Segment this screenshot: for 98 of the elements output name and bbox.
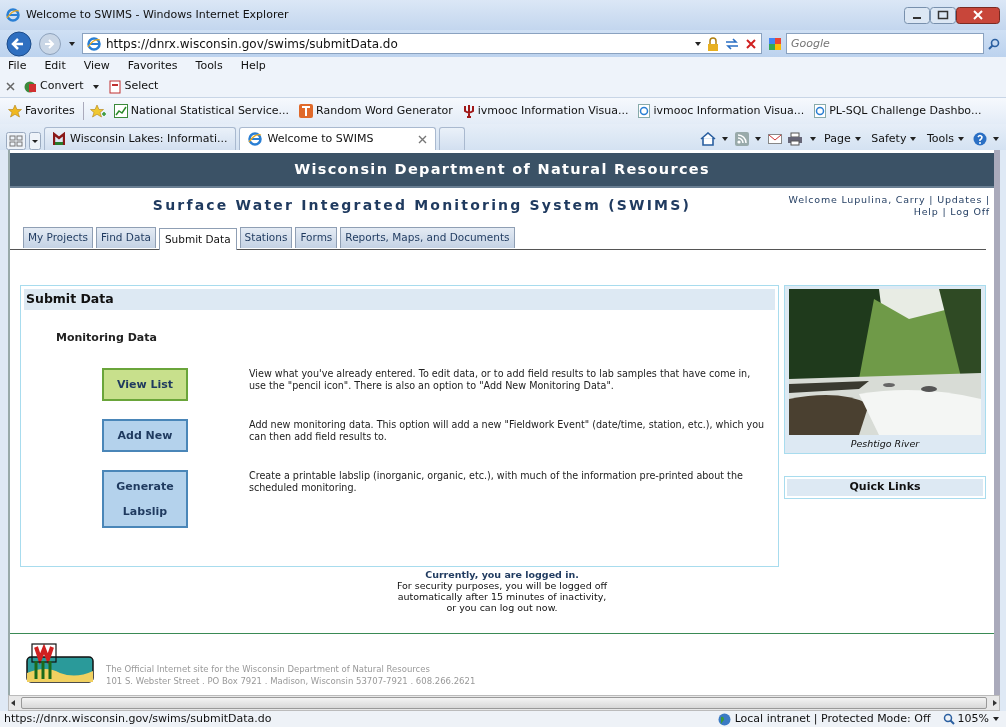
search-field[interactable]: Google	[786, 33, 984, 54]
globe-icon	[717, 712, 731, 726]
notice-text: For security purposes, you will be logged off	[396, 580, 608, 591]
notice-text: automatically after 15 minutes of inactivity,	[397, 591, 607, 602]
command-menu[interactable]: Tools	[924, 130, 967, 148]
close-icon[interactable]	[418, 134, 428, 144]
menu-item[interactable]: Tools	[193, 58, 225, 75]
caret-icon	[909, 135, 918, 143]
caret-icon[interactable]	[721, 135, 730, 143]
address-field[interactable]: https://dnrx.wisconsin.gov/swims/submitData.do	[82, 33, 762, 54]
minimize-button[interactable]	[904, 6, 930, 24]
browser-tab[interactable]: Wisconsin Lakes: Informati...	[44, 127, 237, 150]
system-title: Surface Water Integrated Monitoring System (SWIMS)	[151, 196, 693, 215]
print-icon[interactable]	[787, 132, 804, 146]
favorites-button[interactable]: Favorites	[6, 102, 77, 120]
zoom-button[interactable]: 105%	[940, 710, 1002, 727]
separator: |	[986, 194, 990, 205]
window-title: Welcome to SWIMS - Windows Internet Explorer	[26, 6, 289, 23]
site-header: Wisconsin Department of Natural Resources	[10, 153, 994, 188]
mail-icon[interactable]	[767, 133, 782, 145]
caret-icon[interactable]	[68, 39, 76, 48]
star-icon	[8, 104, 22, 118]
tile-icon	[299, 104, 314, 118]
convert-icon	[23, 79, 37, 94]
separator: |	[929, 194, 934, 205]
caret-icon	[853, 135, 862, 143]
maximize-button[interactable]	[930, 6, 956, 24]
nav-tab[interactable]: Reports, Maps, and Documents	[340, 227, 515, 248]
browser-icon	[6, 8, 20, 22]
footer-text: The Official Internet site for the Wisconsin Department of Natural Resources	[106, 664, 430, 674]
caret-icon[interactable]	[808, 135, 817, 143]
caret-icon[interactable]	[694, 39, 702, 48]
separator: |	[942, 206, 947, 217]
help-icon[interactable]	[972, 132, 987, 146]
back-button[interactable]	[6, 30, 32, 57]
browser-icon	[248, 132, 263, 146]
convert-button[interactable]: Convert	[21, 78, 86, 95]
scroll-right-icon[interactable]	[991, 699, 999, 707]
logo-icon	[26, 643, 94, 683]
caret-icon[interactable]	[754, 135, 763, 143]
refresh-icon[interactable]	[724, 36, 740, 51]
close-icon[interactable]	[6, 82, 15, 91]
trident-icon	[462, 104, 475, 118]
scroll-left-icon[interactable]	[9, 699, 17, 707]
status-url: https://dnrx.wisconsin.gov/swims/submitData.do	[4, 710, 272, 727]
zoom-icon	[942, 713, 955, 725]
lock-icon	[707, 36, 719, 51]
command-menu[interactable]: Page	[822, 130, 864, 148]
nav-tab[interactable]: My Projects	[23, 227, 93, 248]
browser-tab[interactable]: Welcome to SWIMS	[239, 127, 437, 150]
command-menu[interactable]: Safety	[869, 130, 920, 148]
caret-icon[interactable]	[91, 82, 100, 91]
favorite-link[interactable]: PL-SQL Challenge Dashbo...	[812, 102, 984, 120]
favorite-link[interactable]: Random Word Generator	[297, 102, 455, 120]
zone-text: Local intranet | Protected Mode: Off	[734, 710, 931, 727]
select-button[interactable]: Select	[105, 78, 161, 95]
nav-tab[interactable]: Submit Data	[158, 228, 237, 250]
favorite-link[interactable]: ivmooc Information Visua...	[636, 102, 807, 120]
favorite-link[interactable]: National Statistical Service...	[111, 102, 292, 120]
close-button[interactable]	[956, 6, 1000, 24]
panel-heading: Quick Links	[787, 479, 983, 496]
menu-item[interactable]: Help	[238, 58, 268, 75]
menu-item[interactable]: View	[81, 58, 112, 75]
action-description: View what you've already entered. To edit data, or to add field results to lab samples that have come in, use the "pencil icon". There is also an option to "Add New Monitoring Data".	[249, 368, 752, 393]
google-icon	[768, 36, 782, 51]
section-heading: Submit Data	[24, 289, 775, 310]
action-button[interactable]: Generate Labslip	[102, 470, 188, 529]
horizontal-scrollbar[interactable]	[8, 695, 1000, 711]
nav-tab[interactable]: Stations	[239, 227, 293, 248]
footer-text: 101 S. Webster Street . PO Box 7921 . Madison, Wisconsin 53707-7921 . 608.266.2621	[106, 676, 476, 686]
menu-item[interactable]: Edit	[42, 58, 68, 75]
favorite-link[interactable]: ivmooc Information Visua...	[460, 102, 631, 120]
menu-item[interactable]: Favorites	[125, 58, 180, 75]
nav-tab[interactable]: Find Data	[96, 227, 156, 248]
action-button[interactable]: Add New	[102, 419, 188, 453]
action-button[interactable]: View List	[102, 368, 188, 402]
search-icon[interactable]	[988, 37, 1000, 50]
action-description: Create a printable labslip (inorganic, organic, etc.), with much of the information pre-printed about the scheduled monitoring.	[249, 470, 744, 495]
document-icon	[107, 79, 122, 94]
user-link[interactable]: Updates	[937, 194, 983, 205]
menu-item[interactable]: File	[6, 58, 29, 75]
caret-icon	[992, 715, 1000, 723]
caret-icon[interactable]	[992, 135, 1000, 143]
photo-caption: Peshtigo River	[849, 437, 921, 451]
welcome-text: Welcome Lupulina, Carry	[788, 194, 926, 205]
close-icon[interactable]	[745, 37, 757, 50]
home-icon[interactable]	[699, 132, 716, 146]
caret-icon	[957, 135, 965, 143]
notice-heading: Currently, you are logged in.	[425, 569, 579, 580]
nav-tab[interactable]: Forms	[295, 227, 338, 248]
action-description: Add new monitoring data. This option will add a new "Fieldwork Event" (date/time, station, etc.), which you can then add field results to.	[249, 419, 766, 444]
add-favorite-icon[interactable]	[89, 104, 106, 118]
tab-list-button[interactable]	[29, 132, 41, 150]
user-link[interactable]: Help	[913, 206, 939, 217]
notice-text: or you can log out now.	[446, 602, 558, 613]
user-link[interactable]: Log Off	[950, 206, 990, 217]
chart-icon	[113, 104, 128, 118]
subsection-heading: Monitoring Data	[56, 329, 158, 346]
